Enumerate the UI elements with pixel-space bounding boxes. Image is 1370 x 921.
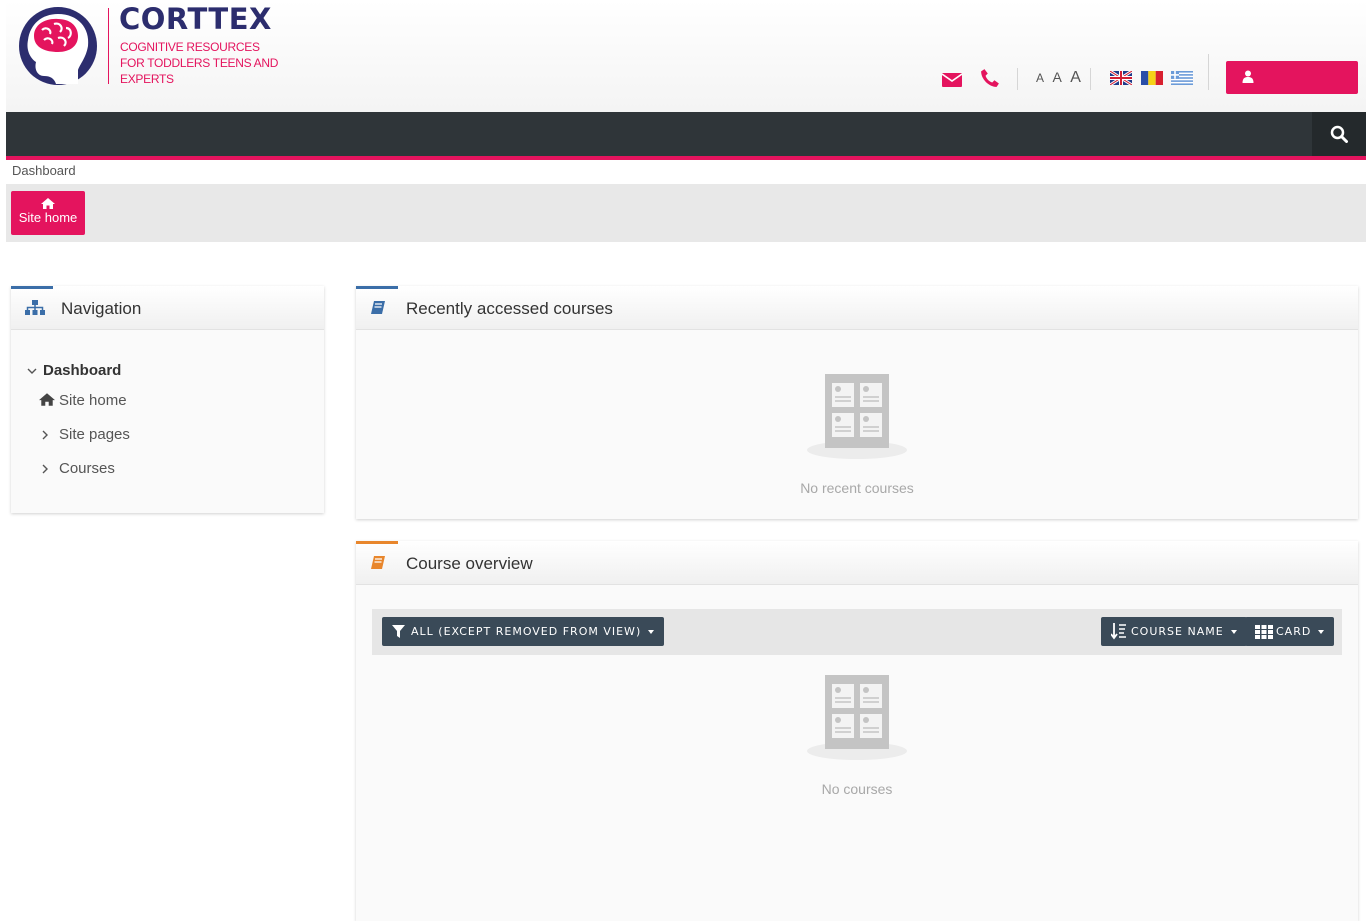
envelope-icon[interactable] (942, 70, 962, 90)
brand-title[interactable]: CORTTEX (119, 2, 272, 36)
no-courses-text: No courses (821, 781, 893, 797)
search-icon (1330, 125, 1348, 143)
header-separator (1017, 68, 1018, 90)
flag-uk-icon[interactable] (1110, 71, 1132, 85)
filter-icon (392, 625, 405, 638)
home-icon (39, 393, 55, 406)
course-filter-bar: ALL (EXCEPT REMOVED FROM VIEW) COURSE NA… (372, 609, 1342, 655)
sort-dropdown[interactable]: COURSE NAME (1101, 617, 1247, 646)
sort-dropdown-label: COURSE NAME (1131, 625, 1224, 638)
caret-down-icon (1318, 629, 1325, 634)
phone-icon[interactable] (980, 68, 1000, 88)
recent-courses-header: Recently accessed courses (356, 286, 1358, 330)
recent-courses-title: Recently accessed courses (406, 299, 613, 318)
no-courses-illustration-icon (807, 675, 907, 760)
view-dropdown[interactable]: CARD (1245, 617, 1335, 646)
main-navbar (6, 112, 1366, 156)
header-action-bar: Site home (6, 184, 1366, 242)
nav-item-courses[interactable]: Courses (41, 460, 115, 477)
user-menu-button[interactable] (1226, 61, 1358, 94)
caret-down-icon (648, 629, 655, 634)
user-icon (1242, 70, 1254, 83)
view-dropdown-label: CARD (1276, 625, 1312, 638)
header-separator (1208, 54, 1209, 90)
caret-down-icon (1230, 629, 1237, 634)
grid-icon (1255, 624, 1273, 639)
card-accent (11, 286, 53, 289)
font-size-switcher[interactable]: A A A (1036, 69, 1083, 87)
logo-divider (108, 8, 109, 84)
navigation-block: Navigation Dashboard Site home Site page… (11, 286, 324, 513)
sort-alpha-icon (1111, 623, 1126, 640)
navigation-block-title: Navigation (61, 299, 142, 318)
sitemap-icon (25, 300, 45, 315)
brand-subtitle: COGNITIVE RESOURCES FOR TODDLERS TEENS A… (120, 40, 279, 86)
chevron-right-icon (42, 430, 48, 440)
site-home-label: Site home (18, 210, 78, 225)
nav-item-label: Dashboard (43, 362, 122, 379)
navigation-block-header: Navigation (11, 286, 324, 330)
font-size-small[interactable]: A (1036, 71, 1046, 85)
nav-item-label: Courses (59, 460, 115, 477)
font-size-medium[interactable]: A (1052, 69, 1063, 85)
nav-item-dashboard[interactable]: Dashboard (27, 362, 121, 379)
nav-item-site-home[interactable]: Site home (39, 392, 127, 409)
site-home-button[interactable]: Site home (11, 191, 85, 235)
grouping-dropdown-label: ALL (EXCEPT REMOVED FROM VIEW) (411, 625, 642, 638)
flag-romania-icon[interactable] (1141, 71, 1163, 85)
recent-courses-block: Recently accessed courses No recent cour… (356, 286, 1358, 519)
site-header: CORTTEX COGNITIVE RESOURCES FOR TODDLERS… (6, 0, 1366, 112)
breadcrumb[interactable]: Dashboard (12, 163, 76, 178)
nav-item-label: Site home (59, 392, 127, 409)
course-overview-block: Course overview ALL (EXCEPT REMOVED FROM… (356, 541, 1358, 921)
nav-item-label: Site pages (59, 426, 130, 443)
header-separator (1090, 68, 1091, 90)
search-button[interactable] (1312, 112, 1366, 156)
flag-greece-icon[interactable] (1171, 71, 1193, 85)
no-recent-courses-text: No recent courses (800, 480, 914, 496)
course-overview-header: Course overview (356, 541, 1358, 585)
grouping-dropdown[interactable]: ALL (EXCEPT REMOVED FROM VIEW) (382, 617, 665, 646)
nav-item-site-pages[interactable]: Site pages (41, 426, 130, 443)
card-accent (356, 286, 398, 289)
course-overview-title: Course overview (406, 554, 533, 573)
font-size-large[interactable]: A (1070, 69, 1083, 87)
no-courses-illustration-icon (807, 374, 907, 459)
book-icon (371, 301, 385, 314)
book-icon (371, 556, 385, 569)
brain-logo-icon[interactable] (16, 6, 100, 86)
chevron-right-icon (42, 464, 48, 474)
chevron-down-icon (27, 368, 37, 375)
navbar-accent-line (6, 156, 1366, 160)
card-accent (356, 541, 398, 544)
home-icon (41, 198, 55, 209)
